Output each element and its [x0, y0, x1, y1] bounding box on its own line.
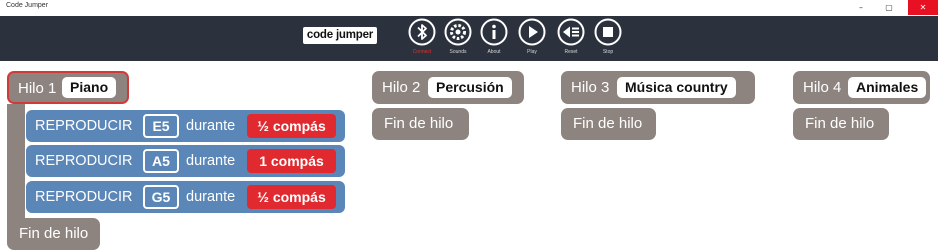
play-block-1[interactable]: REPRODUCIR E5 durante ½ compás [26, 110, 345, 142]
play-block-1-length[interactable]: ½ compás [247, 114, 336, 138]
thread-3-header[interactable]: Hilo 3 Música country [561, 71, 755, 104]
maximize-button[interactable]: ▢ [876, 0, 902, 15]
thread-4-end[interactable]: Fin de hilo [793, 108, 889, 140]
play-button[interactable]: Play [516, 17, 548, 61]
play-block-1-during: durante [186, 118, 236, 134]
play-block-2-during: durante [186, 153, 236, 169]
play-block-3-action: REPRODUCIR [35, 189, 133, 205]
sounds-button[interactable]: Sounds [442, 17, 474, 61]
connect-label: Connect [412, 49, 432, 55]
close-button[interactable]: ✕ [908, 0, 938, 15]
thread-2-header[interactable]: Hilo 2 Percusión [372, 71, 524, 104]
thread-3-end[interactable]: Fin de hilo [561, 108, 656, 140]
bluetooth-icon [408, 18, 436, 46]
thread-2-label: Hilo 2 [382, 79, 421, 96]
info-icon [480, 18, 508, 46]
stop-icon [594, 18, 622, 46]
window-title: Code Jumper [6, 2, 49, 9]
sounds-label: Sounds [449, 49, 467, 55]
sounds-gear-icon [444, 18, 472, 46]
play-block-3-note[interactable]: G5 [143, 185, 179, 209]
stop-label: Stop [602, 49, 614, 55]
about-label: About [487, 49, 501, 55]
play-block-3-during: durante [186, 189, 236, 205]
reset-button[interactable]: Reset [555, 17, 587, 61]
play-block-1-action: REPRODUCIR [35, 118, 133, 134]
thread-3-label: Hilo 3 [571, 79, 610, 96]
stop-button[interactable]: Stop [592, 17, 624, 61]
play-block-2-note[interactable]: A5 [143, 149, 179, 173]
minimize-button[interactable]: – [848, 0, 874, 15]
title-bar: Code Jumper – ▢ ✕ [0, 0, 938, 16]
reset-icon [557, 18, 585, 46]
thread-2-end[interactable]: Fin de hilo [372, 108, 469, 140]
thread-1-header[interactable]: Hilo 1 Piano [7, 71, 129, 104]
thread-1-name[interactable]: Piano [62, 77, 117, 98]
play-block-3-length[interactable]: ½ compás [247, 185, 336, 209]
thread-3-name[interactable]: Música country [617, 77, 736, 98]
reset-label: Reset [564, 49, 578, 55]
about-button[interactable]: About [478, 17, 510, 61]
thread-1-end[interactable]: Fin de hilo [7, 218, 100, 250]
play-icon [518, 18, 546, 46]
thread-2-name[interactable]: Percusión [428, 77, 512, 98]
play-block-1-note[interactable]: E5 [143, 114, 179, 138]
play-block-2-action: REPRODUCIR [35, 153, 133, 169]
thread-1-rail [7, 104, 25, 224]
thread-4-header[interactable]: Hilo 4 Animales [793, 71, 930, 104]
thread-1-label: Hilo 1 [18, 80, 57, 97]
play-label: Play [527, 49, 537, 55]
play-block-2[interactable]: REPRODUCIR A5 durante 1 compás [26, 145, 345, 177]
thread-4-label: Hilo 4 [803, 79, 842, 96]
play-block-2-length[interactable]: 1 compás [247, 149, 336, 173]
connect-button[interactable]: Connect [406, 17, 438, 61]
app-logo: code jumper [303, 27, 377, 44]
thread-4-name[interactable]: Animales [848, 77, 927, 98]
play-block-3[interactable]: REPRODUCIR G5 durante ½ compás [26, 181, 345, 213]
